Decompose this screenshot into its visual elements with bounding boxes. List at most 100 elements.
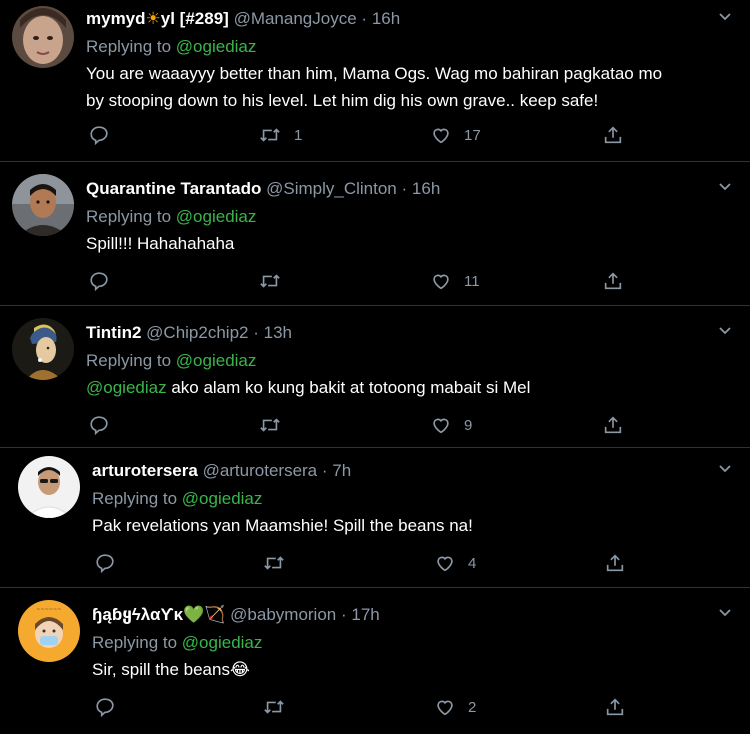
share-icon: [604, 696, 626, 718]
like-count: 11: [464, 272, 480, 290]
chevron-down-icon[interactable]: [718, 10, 732, 24]
like-button[interactable]: 4: [434, 551, 476, 575]
tweet-text: @ogiediaz ako alam ko kung bakit at toto…: [86, 378, 531, 397]
tweet-actions: 11: [86, 269, 686, 293]
svg-text:~~~~~~: ~~~~~~: [36, 607, 61, 613]
separator-dot: ·: [253, 323, 259, 342]
tweet[interactable]: mymyd☀yl [#289] @ManangJoyce · 16h Reply…: [0, 0, 750, 162]
timestamp[interactable]: 16h: [372, 9, 400, 28]
reply-icon: [88, 124, 110, 146]
retweet-button[interactable]: [262, 695, 286, 719]
reply-icon: [88, 414, 110, 436]
user-handle[interactable]: @ManangJoyce: [234, 9, 357, 28]
display-name[interactable]: Quarantine Tarantado: [86, 179, 261, 198]
heart-icon: [434, 696, 456, 718]
tweet-header: mymyd☀yl [#289] @ManangJoyce · 16h: [86, 8, 400, 30]
replying-to: Replying to @ogiediaz: [92, 633, 263, 652]
retweet-button[interactable]: 1: [258, 123, 302, 147]
like-count: 2: [468, 698, 477, 716]
mention-link[interactable]: @ogiediaz: [176, 37, 257, 56]
reply-button[interactable]: [88, 123, 110, 147]
mention-link[interactable]: @ogiediaz: [176, 207, 257, 226]
share-button[interactable]: [602, 413, 624, 437]
share-button[interactable]: [602, 269, 624, 293]
retweet-icon: [262, 696, 286, 718]
like-button[interactable]: 17: [430, 123, 481, 147]
share-button[interactable]: [604, 551, 626, 575]
reply-icon: [88, 270, 110, 292]
heart-icon: [430, 270, 452, 292]
timestamp[interactable]: 17h: [351, 605, 379, 624]
heart-icon: [434, 552, 456, 574]
reply-button[interactable]: [88, 413, 110, 437]
heart-icon: [430, 414, 452, 436]
reply-button[interactable]: [94, 551, 116, 575]
chevron-down-icon[interactable]: [718, 606, 732, 620]
retweet-button[interactable]: [258, 413, 282, 437]
reply-icon: [94, 696, 116, 718]
share-icon: [602, 270, 624, 292]
tweet[interactable]: ~~~~~~ ɧąɓყϟλαϒκ💚🏹 @babymorion · 17h Rep…: [0, 588, 750, 734]
chevron-down-icon[interactable]: [718, 324, 732, 338]
display-name[interactable]: mymyd☀yl [#289]: [86, 9, 229, 28]
replying-to: Replying to @ogiediaz: [86, 37, 257, 56]
mention-link[interactable]: @ogiediaz: [86, 378, 167, 397]
chevron-down-icon[interactable]: [718, 180, 732, 194]
user-handle[interactable]: @Chip2chip2: [146, 323, 248, 342]
retweet-button[interactable]: [258, 269, 282, 293]
laughing-emoji-icon: 😂: [229, 660, 250, 679]
separator-dot: ·: [340, 605, 347, 624]
separator-dot: ·: [401, 179, 408, 198]
user-handle[interactable]: @babymorion: [230, 605, 336, 624]
like-count: 4: [468, 554, 477, 572]
share-icon: [604, 552, 626, 574]
chevron-down-icon[interactable]: [718, 462, 732, 476]
tweet-actions: 9: [86, 413, 686, 437]
green-heart-bow-emoji-icon: 💚🏹: [183, 605, 226, 624]
like-count: 17: [464, 126, 481, 144]
retweet-icon: [258, 124, 282, 146]
avatar[interactable]: [18, 456, 80, 518]
reply-button[interactable]: [94, 695, 116, 719]
retweet-button[interactable]: [262, 551, 286, 575]
avatar[interactable]: [12, 6, 74, 68]
timestamp[interactable]: 13h: [264, 323, 292, 342]
share-icon: [602, 414, 624, 436]
tweet-header: Tintin2 @Chip2chip2 · 13h: [86, 322, 292, 344]
avatar[interactable]: ~~~~~~: [18, 600, 80, 662]
display-name[interactable]: arturotersera: [92, 461, 198, 480]
like-button[interactable]: 2: [434, 695, 476, 719]
tweet-header: Quarantine Tarantado @Simply_Clinton · 1…: [86, 178, 440, 200]
tweet-actions: 1 17: [86, 123, 686, 147]
display-name[interactable]: Tintin2: [86, 323, 141, 342]
timestamp[interactable]: 16h: [412, 179, 440, 198]
timestamp[interactable]: 7h: [332, 461, 351, 480]
like-button[interactable]: 9: [430, 413, 472, 437]
tweet-actions: 2: [92, 695, 692, 719]
tweet[interactable]: Quarantine Tarantado @Simply_Clinton · 1…: [0, 162, 750, 306]
reply-feed: mymyd☀yl [#289] @ManangJoyce · 16h Reply…: [0, 0, 750, 734]
reply-button[interactable]: [88, 269, 110, 293]
mention-link[interactable]: @ogiediaz: [182, 489, 263, 508]
replying-to: Replying to @ogiediaz: [86, 207, 257, 226]
replying-to: Replying to @ogiediaz: [86, 351, 257, 370]
heart-icon: [430, 124, 452, 146]
separator-dot: ·: [361, 9, 368, 28]
avatar[interactable]: [12, 318, 74, 380]
tweet-header: arturotersera @arturotersera · 7h: [92, 460, 351, 482]
tweet[interactable]: arturotersera @arturotersera · 7h Replyi…: [0, 448, 750, 588]
user-handle[interactable]: @Simply_Clinton: [266, 179, 397, 198]
user-handle[interactable]: @arturotersera: [203, 461, 318, 480]
like-button[interactable]: 11: [430, 269, 480, 293]
avatar[interactable]: [12, 174, 74, 236]
display-name[interactable]: ɧąɓყϟλαϒκ💚🏹: [92, 605, 225, 624]
tweet-actions: 4: [92, 551, 692, 575]
share-button[interactable]: [602, 123, 624, 147]
tweet-header: ɧąɓყϟλαϒκ💚🏹 @babymorion · 17h: [92, 604, 380, 626]
share-button[interactable]: [604, 695, 626, 719]
mention-link[interactable]: @ogiediaz: [176, 351, 257, 370]
tweet-text: Spill!!! Hahahahaha: [86, 234, 235, 253]
reply-icon: [94, 552, 116, 574]
tweet[interactable]: Tintin2 @Chip2chip2 · 13h Replying to @o…: [0, 306, 750, 448]
mention-link[interactable]: @ogiediaz: [182, 633, 263, 652]
